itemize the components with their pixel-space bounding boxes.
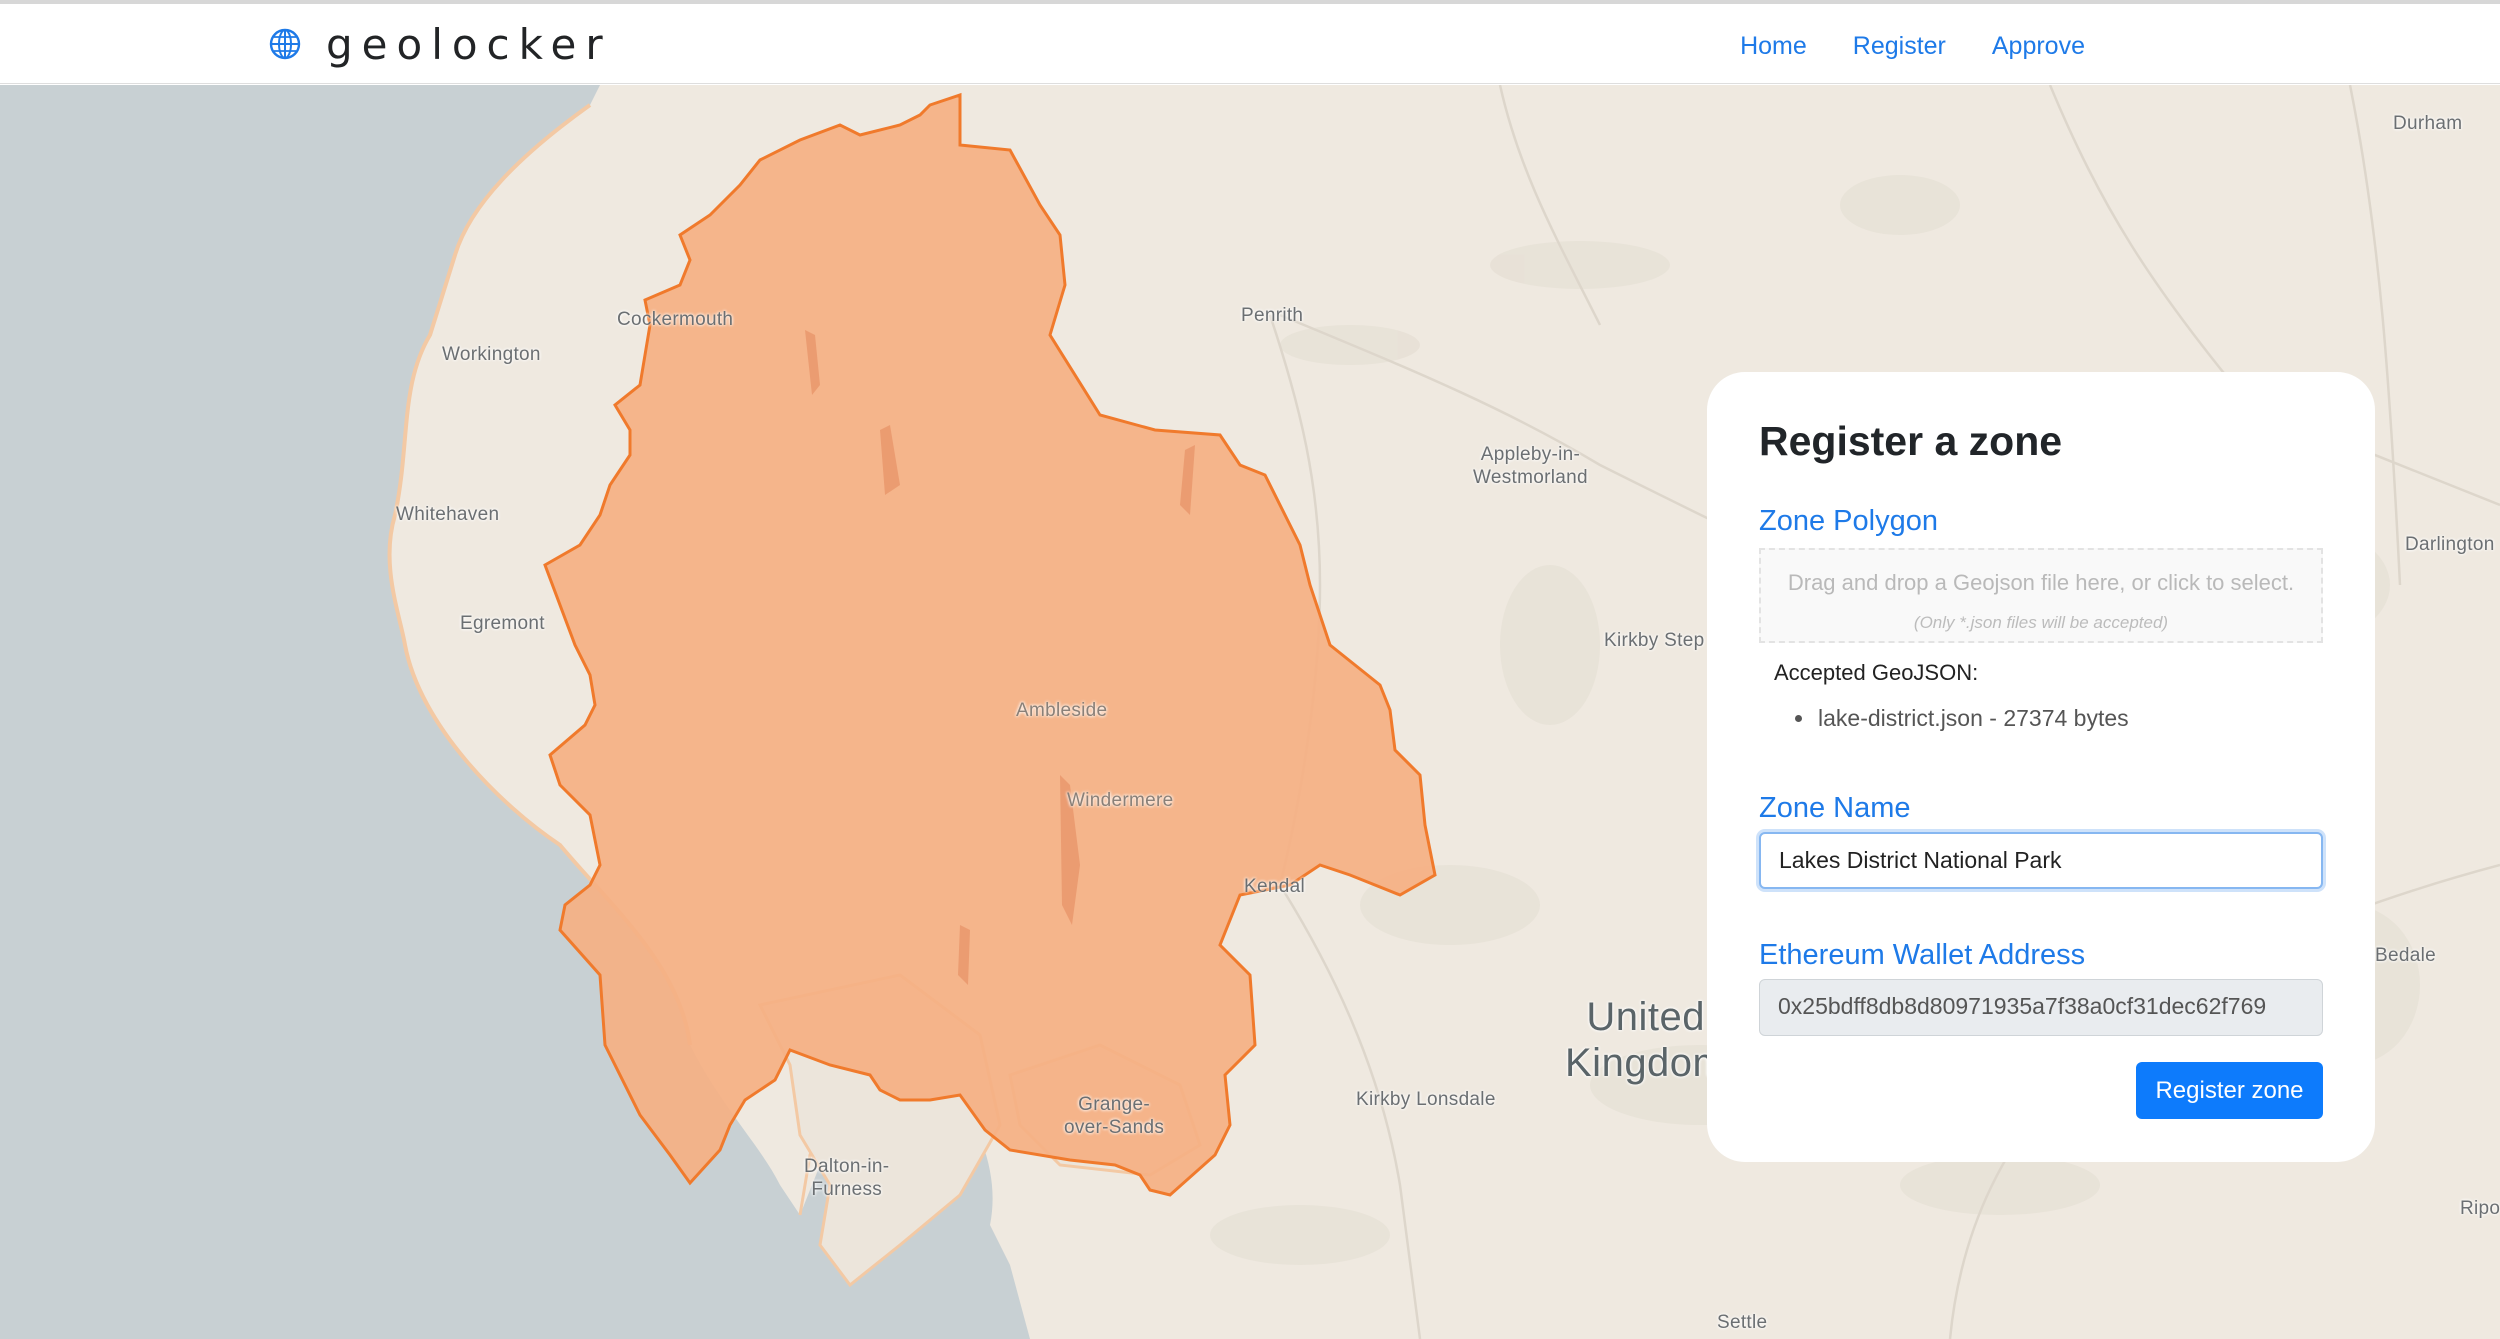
wallet-address-label: Ethereum Wallet Address [1759, 939, 2086, 971]
nav-links: Home Register Approve [1694, 28, 2085, 64]
nav-register-link[interactable]: Register [1853, 28, 1946, 64]
brand-name: geolocker [326, 19, 612, 69]
zone-polygon-label: Zone Polygon [1759, 505, 1938, 537]
nav-approve-link[interactable]: Approve [1992, 28, 2085, 64]
accepted-file-text: lake-district.json - 27374 bytes [1818, 705, 2129, 731]
map-label-ripon: Ripo [2460, 1198, 2500, 1219]
wallet-address-input: 0x25bdff8db8d80971935a7f38a0cf31dec62f76… [1759, 979, 2323, 1036]
map-label-windermere: Windermere [1067, 790, 1174, 811]
accepted-geojson-title: Accepted GeoJSON: [1774, 660, 1979, 685]
nav-home-link[interactable]: Home [1740, 28, 1807, 64]
map-label-settle: Settle [1717, 1312, 1768, 1333]
map-label-whitehaven: Whitehaven [396, 504, 500, 525]
bullet-icon [1795, 715, 1802, 722]
map-label-kirkby-stephen: Kirkby Step [1604, 630, 1705, 651]
map-label-durham: Durham [2393, 113, 2463, 134]
globe-icon [269, 28, 301, 60]
map-label-kirkby-lonsdale: Kirkby Lonsdale [1356, 1089, 1496, 1110]
register-zone-button[interactable]: Register zone [2136, 1062, 2323, 1119]
map-label-cockermouth: Cockermouth [617, 309, 734, 330]
map-label-workington: Workington [442, 344, 541, 365]
card-title: Register a zone [1759, 418, 2063, 464]
map-label-darlington: Darlington [2405, 534, 2495, 555]
zone-name-label: Zone Name [1759, 792, 1911, 824]
map-label-united-kingdom: United Kingdom [1565, 995, 1727, 1085]
accepted-file-item: lake-district.json - 27374 bytes [1774, 705, 2129, 732]
top-navbar: geolocker Home Register Approve [0, 4, 2500, 84]
map-label-egremont: Egremont [460, 613, 545, 634]
accepted-files-list: lake-district.json - 27374 bytes [1774, 705, 2129, 732]
zone-name-input[interactable]: Lakes District National Park [1759, 832, 2323, 889]
geojson-dropzone[interactable]: Drag and drop a Geojson file here, or cl… [1759, 548, 2323, 643]
register-zone-card: Register a zone Zone Polygon Drag and dr… [1707, 372, 2375, 1162]
map-label-penrith: Penrith [1241, 305, 1304, 326]
map-label-grange-over-sands: Grange- over-Sands [1064, 1094, 1165, 1138]
map-label-bedale: Bedale [2375, 945, 2436, 966]
map-view[interactable]: Durham Cockermouth Penrith Workington Ap… [0, 85, 2500, 1339]
map-label-ambleside: Ambleside [1016, 700, 1108, 721]
zone-polygon [543, 92, 1437, 1197]
dropzone-text: Drag and drop a Geojson file here, or cl… [1787, 570, 2295, 595]
map-label-appleby: Appleby-in- Westmorland [1473, 444, 1588, 488]
map-label-kendal: Kendal [1244, 876, 1305, 897]
map-label-dalton-in-furness: Dalton-in- Furness [804, 1156, 890, 1200]
dropzone-hint: (Only *.json files will be accepted) [1913, 613, 2169, 632]
brand[interactable]: geolocker [268, 19, 612, 69]
